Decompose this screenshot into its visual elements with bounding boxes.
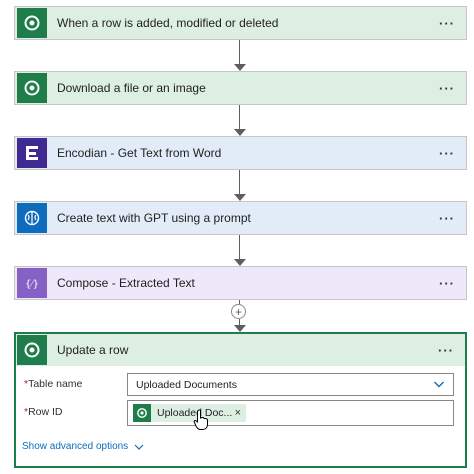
connector-arrow-icon [234, 194, 246, 201]
field-label-text: Table name [28, 378, 83, 390]
more-options-icon[interactable]: ··· [434, 211, 460, 226]
connector-arrow-icon [234, 259, 246, 266]
dataverse-icon [17, 8, 47, 38]
connector-line [239, 40, 240, 64]
encodian-icon [17, 138, 47, 168]
chevron-down-icon [434, 381, 444, 388]
field-label-text: Row ID [28, 406, 63, 418]
connector-arrow-icon [234, 129, 246, 136]
advanced-link-text: Show advanced options [22, 441, 129, 452]
hand-cursor-icon [193, 409, 208, 430]
step-title: Encodian - Get Text from Word [57, 146, 222, 160]
step-header[interactable]: Update a row ··· [16, 334, 465, 366]
connector-line [239, 105, 240, 129]
connector-arrow-icon [234, 325, 246, 332]
row-id-input[interactable]: Uploaded Doc... × [127, 400, 454, 426]
step-card-download[interactable]: Download a file or an image ··· [14, 71, 467, 105]
table-name-label: *Table name [24, 378, 82, 390]
step-title: When a row is added, modified or deleted [57, 16, 279, 30]
step-card-gpt[interactable]: Create text with GPT using a prompt ··· [14, 201, 467, 235]
connector-arrow-icon [234, 64, 246, 71]
step-title: Update a row [57, 343, 129, 357]
step-title: Download a file or an image [57, 81, 206, 95]
step-card-update-row[interactable]: Update a row ··· *Table name Uploaded Do… [14, 332, 467, 468]
more-options-icon[interactable]: ··· [434, 16, 460, 31]
connector-line [239, 235, 240, 259]
selected-value: Uploaded Documents [136, 378, 237, 391]
add-step-button[interactable]: + [231, 304, 246, 319]
connector-line [239, 170, 240, 194]
show-advanced-options-link[interactable]: Show advanced options [22, 441, 144, 452]
dynamic-content-token[interactable]: Uploaded Doc... × [133, 404, 246, 422]
dataverse-icon [17, 335, 47, 365]
dataverse-icon [17, 73, 47, 103]
more-options-icon[interactable]: ··· [434, 146, 460, 161]
more-options-icon[interactable]: ··· [433, 343, 459, 358]
step-card-trigger[interactable]: When a row is added, modified or deleted… [14, 6, 467, 40]
step-card-encodian[interactable]: Encodian - Get Text from Word ··· [14, 136, 467, 170]
remove-token-icon[interactable]: × [235, 407, 241, 419]
compose-icon: {⁄} [17, 268, 47, 298]
table-name-dropdown[interactable]: Uploaded Documents [127, 373, 454, 396]
more-options-icon[interactable]: ··· [434, 81, 460, 96]
ai-brain-icon [17, 203, 47, 233]
row-id-label: *Row ID [24, 406, 63, 418]
dataverse-icon [133, 404, 151, 422]
more-options-icon[interactable]: ··· [434, 276, 460, 291]
step-title: Compose - Extracted Text [57, 276, 195, 290]
svg-text:{⁄}: {⁄} [25, 279, 39, 290]
step-card-compose[interactable]: {⁄} Compose - Extracted Text ··· [14, 266, 467, 300]
chevron-down-icon [134, 444, 144, 450]
step-title: Create text with GPT using a prompt [57, 211, 251, 225]
